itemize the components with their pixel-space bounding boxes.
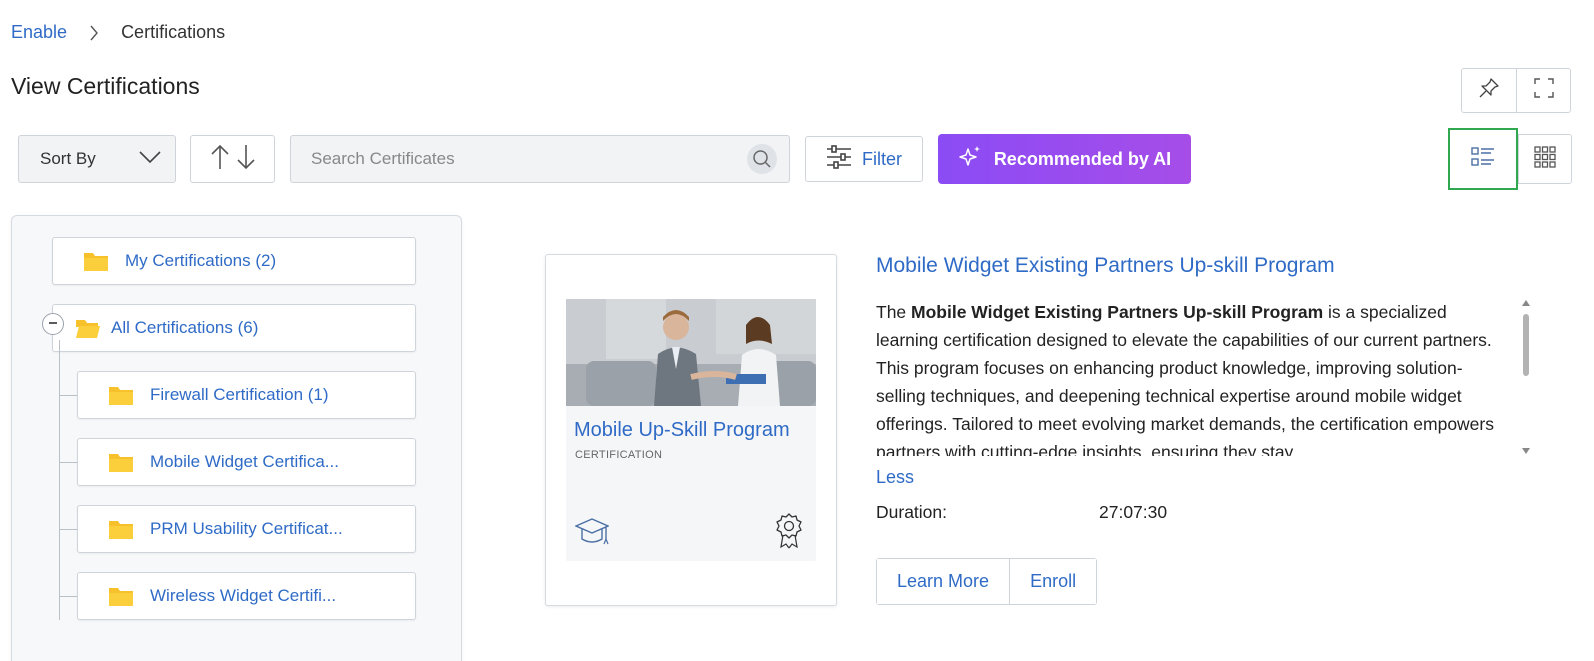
tree-node-child[interactable]: Wireless Widget Certifi... bbox=[77, 572, 416, 620]
chevron-right-icon bbox=[89, 25, 99, 41]
duration-label: Duration: bbox=[876, 502, 948, 522]
description-scrollbar[interactable] bbox=[1520, 298, 1532, 456]
description-text: is a specialized learning certification … bbox=[876, 302, 1494, 456]
award-badge-icon bbox=[776, 513, 802, 554]
tree-node-label: All Certifications (6) bbox=[111, 318, 259, 337]
search-icon[interactable] bbox=[747, 144, 777, 174]
breadcrumb: Enable Certifications bbox=[11, 22, 225, 43]
scrollbar-thumb[interactable] bbox=[1523, 314, 1529, 376]
tree-node-all-certifications[interactable]: All Certifications (6) bbox=[52, 304, 416, 352]
tree-node-label: Firewall Certification (1) bbox=[150, 385, 329, 404]
recommended-by-ai-button[interactable]: Recommended by AI bbox=[938, 134, 1191, 184]
fullscreen-button[interactable] bbox=[1516, 69, 1570, 112]
certification-tree-panel: My Certifications (2) All Certifications… bbox=[11, 215, 462, 661]
tree-connector bbox=[59, 340, 60, 620]
minus-icon bbox=[48, 316, 58, 332]
pin-icon bbox=[1478, 77, 1500, 104]
card-subtitle: CERTIFICATION bbox=[575, 449, 663, 461]
tree-node-label: Mobile Widget Certifica... bbox=[150, 452, 339, 471]
folder-icon bbox=[108, 585, 134, 607]
card-image bbox=[566, 299, 816, 406]
tree-connector bbox=[59, 395, 77, 396]
tree-node-child[interactable]: Mobile Widget Certifica... bbox=[77, 438, 416, 486]
view-toggle bbox=[1448, 128, 1572, 190]
description-scroll-area[interactable]: The Mobile Widget Existing Partners Up-s… bbox=[876, 298, 1526, 456]
folder-icon bbox=[108, 384, 134, 406]
scroll-down-arrow-icon[interactable] bbox=[1522, 448, 1530, 454]
folder-open-icon bbox=[75, 317, 101, 339]
duration-value: 27:07:30 bbox=[1099, 502, 1168, 522]
window-controls bbox=[1461, 68, 1571, 113]
graduation-cap-icon bbox=[574, 517, 610, 552]
list-view-icon bbox=[1471, 146, 1495, 173]
breadcrumb-current: Certifications bbox=[121, 22, 226, 42]
tree-node-label: Wireless Widget Certifi... bbox=[150, 586, 337, 605]
grid-view-icon bbox=[1534, 145, 1556, 173]
tree-node-label: PRM Usability Certificat... bbox=[150, 519, 343, 538]
tree-node-child[interactable]: PRM Usability Certificat... bbox=[77, 505, 416, 553]
card-title: Mobile Up-Skill Program bbox=[574, 419, 790, 441]
sliders-icon bbox=[826, 144, 852, 174]
arrow-up-icon bbox=[210, 144, 230, 175]
enroll-button[interactable]: Enroll bbox=[1009, 559, 1097, 604]
tree-node-label: My Certifications (2) bbox=[125, 251, 277, 270]
certification-title-link[interactable]: Mobile Widget Existing Partners Up-skill… bbox=[876, 254, 1335, 278]
folder-icon bbox=[108, 451, 134, 473]
card-body: Mobile Up-Skill Program CERTIFICATION bbox=[566, 299, 816, 561]
tree-connector bbox=[59, 529, 77, 530]
recommended-by-ai-label: Recommended by AI bbox=[993, 148, 1172, 169]
search-input[interactable] bbox=[311, 149, 747, 169]
arrow-down-icon bbox=[236, 144, 256, 175]
filter-label: Filter bbox=[862, 148, 902, 169]
list-view-button[interactable] bbox=[1448, 128, 1518, 190]
tree-node-child[interactable]: Firewall Certification (1) bbox=[77, 371, 416, 419]
sort-by-select[interactable]: Sort By bbox=[18, 135, 176, 183]
certification-card[interactable]: Mobile Up-Skill Program CERTIFICATION bbox=[545, 254, 837, 606]
search-box bbox=[290, 135, 790, 183]
collapse-toggle[interactable] bbox=[42, 313, 64, 335]
tree-connector bbox=[59, 462, 77, 463]
action-button-group: Learn More Enroll bbox=[876, 558, 1098, 605]
filter-button[interactable]: Filter bbox=[805, 136, 923, 182]
grid-view-button[interactable] bbox=[1518, 135, 1571, 183]
tree-connector bbox=[59, 596, 77, 597]
expand-icon bbox=[1533, 77, 1555, 104]
sparkle-icon bbox=[958, 145, 982, 174]
breadcrumb-link-enable[interactable]: Enable bbox=[11, 22, 67, 43]
certification-description: The Mobile Widget Existing Partners Up-s… bbox=[876, 298, 1512, 456]
page-title: View Certifications bbox=[11, 73, 200, 99]
learn-more-button[interactable]: Learn More bbox=[877, 559, 1010, 604]
chevron-down-icon bbox=[139, 149, 161, 169]
folder-icon bbox=[83, 250, 109, 272]
tree-node-my-certifications[interactable]: My Certifications (2) bbox=[52, 237, 416, 285]
description-prefix: The bbox=[876, 302, 912, 322]
sort-by-label: Sort By bbox=[40, 149, 96, 168]
description-bold-title: Mobile Widget Existing Partners Up-skill… bbox=[911, 302, 1324, 322]
scroll-up-arrow-icon[interactable] bbox=[1522, 300, 1530, 306]
sort-order-button[interactable] bbox=[190, 135, 275, 183]
folder-icon bbox=[108, 518, 134, 540]
pin-button[interactable] bbox=[1462, 69, 1516, 112]
show-less-link[interactable]: Less bbox=[876, 467, 914, 488]
